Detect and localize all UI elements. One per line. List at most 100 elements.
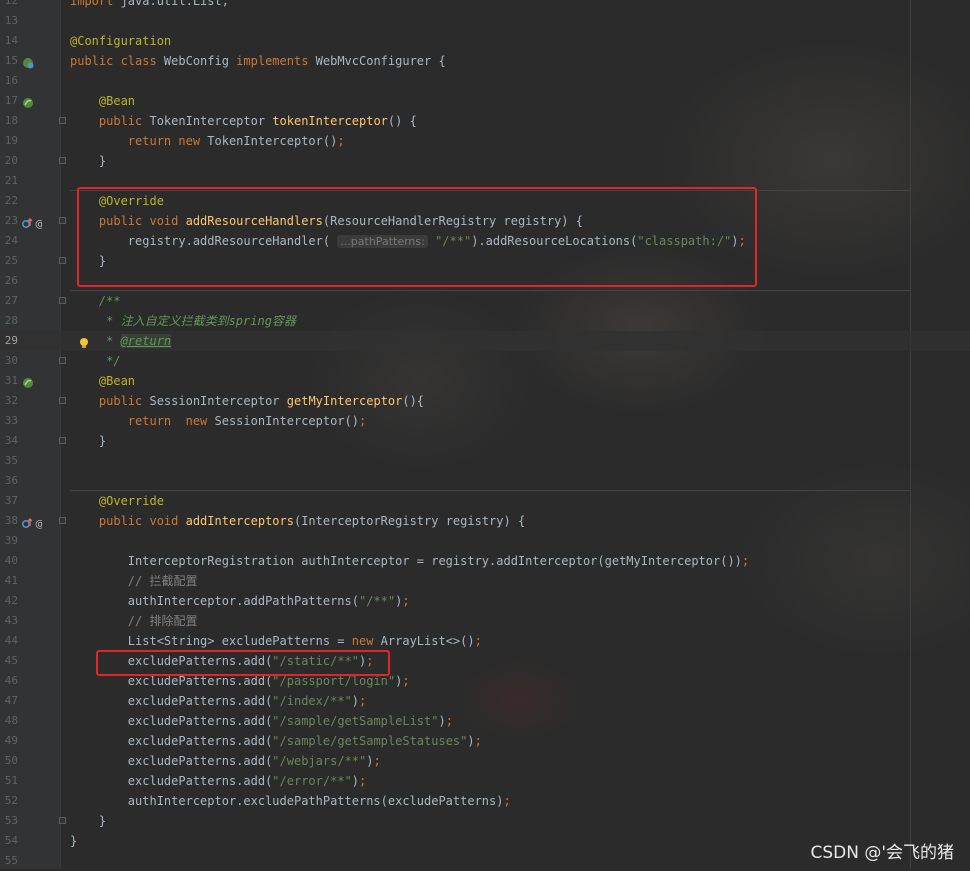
- code-text[interactable]: authInterceptor.excludePathPatterns(excl…: [70, 791, 511, 811]
- code-text[interactable]: excludePatterns.add("/webjars/**");: [70, 751, 381, 771]
- code-line[interactable]: 51 excludePatterns.add("/error/**");: [0, 771, 970, 791]
- code-text[interactable]: // 拦截配置: [70, 571, 198, 591]
- fold-toggle-icon[interactable]: [59, 817, 66, 824]
- code-line[interactable]: 53 }: [0, 811, 970, 831]
- code-line[interactable]: 36: [0, 471, 970, 491]
- code-line[interactable]: 20 }: [0, 151, 970, 171]
- code-text[interactable]: public TokenInterceptor tokenInterceptor…: [70, 111, 417, 131]
- code-text[interactable]: excludePatterns.add("/error/**");: [70, 771, 366, 791]
- code-text[interactable]: excludePatterns.add("/index/**");: [70, 691, 366, 711]
- code-text[interactable]: @Bean: [70, 91, 135, 111]
- bean-icon[interactable]: [22, 375, 34, 388]
- code-text[interactable]: excludePatterns.add("/sample/getSampleLi…: [70, 711, 453, 731]
- code-text[interactable]: }: [70, 151, 106, 171]
- code-token: () {: [387, 114, 417, 128]
- fold-toggle-icon[interactable]: [59, 297, 66, 304]
- code-text[interactable]: InterceptorRegistration authInterceptor …: [70, 551, 749, 571]
- code-text[interactable]: }: [70, 431, 106, 451]
- line-number: 27: [4, 294, 18, 307]
- code-text[interactable]: List<String> excludePatterns = new Array…: [70, 631, 482, 651]
- code-token: }: [70, 834, 78, 848]
- fold-toggle-icon[interactable]: [59, 217, 66, 224]
- code-line[interactable]: 40 InterceptorRegistration authIntercept…: [0, 551, 970, 571]
- fold-toggle-icon[interactable]: [59, 517, 66, 524]
- code-line[interactable]: 31 @Bean: [0, 371, 970, 391]
- override-icon[interactable]: @: [21, 515, 45, 530]
- code-line[interactable]: 38 @ public void addInterceptors(Intercep…: [0, 511, 970, 531]
- bean-config-icon[interactable]: [22, 55, 34, 69]
- code-editor[interactable]: 12 import java.util.List; 13 14 @Configurati…: [0, 0, 970, 869]
- code-text[interactable]: * 注入自定义拦截类到spring容器: [70, 311, 296, 331]
- code-token: return new: [127, 134, 208, 148]
- code-text[interactable]: @Configuration: [70, 31, 171, 51]
- code-text[interactable]: import java.util.List;: [70, 0, 229, 11]
- code-text[interactable]: }: [70, 831, 77, 851]
- line-number: 23: [4, 214, 18, 227]
- code-line[interactable]: 16: [0, 71, 970, 91]
- code-text[interactable]: // 排除配置: [70, 611, 198, 631]
- code-token: "/sample/getSampleStatuses": [272, 734, 468, 748]
- code-line[interactable]: 49 excludePatterns.add("/sample/getSampl…: [0, 731, 970, 751]
- line-number: 53: [4, 814, 18, 827]
- code-text[interactable]: * @return: [70, 331, 172, 351]
- code-token: addInterceptors: [185, 514, 294, 528]
- fold-toggle-icon[interactable]: [59, 157, 66, 164]
- code-line[interactable]: 48 excludePatterns.add("/sample/getSampl…: [0, 711, 970, 731]
- code-text[interactable]: /**: [70, 291, 121, 311]
- line-number: 51: [4, 774, 18, 787]
- code-line[interactable]: 39: [0, 531, 970, 551]
- code-line[interactable]: 41 // 拦截配置: [0, 571, 970, 591]
- fold-toggle-icon[interactable]: [59, 437, 66, 444]
- code-text[interactable]: authInterceptor.addPathPatterns("/**");: [70, 591, 410, 611]
- line-number: 45: [4, 654, 18, 667]
- code-text[interactable]: excludePatterns.add("/sample/getSampleSt…: [70, 731, 482, 751]
- fold-toggle-icon[interactable]: [59, 117, 66, 124]
- code-line[interactable]: 14 @Configuration: [0, 31, 970, 51]
- bean-icon[interactable]: [22, 95, 34, 108]
- code-text[interactable]: return new TokenInterceptor();: [70, 131, 345, 151]
- fold-toggle-icon[interactable]: [59, 357, 66, 364]
- code-token: authInterceptor.excludePathPatterns(excl…: [70, 794, 504, 808]
- code-line[interactable]: 44 List<String> excludePatterns = new Ar…: [0, 631, 970, 651]
- code-token: SessionInterceptor(): [214, 414, 360, 428]
- code-line[interactable]: 13: [0, 11, 970, 31]
- fold-toggle-icon[interactable]: [59, 257, 66, 264]
- line-number: 17: [4, 94, 18, 107]
- code-line[interactable]: 47 excludePatterns.add("/index/**");: [0, 691, 970, 711]
- code-line[interactable]: 29 * @return: [0, 331, 970, 351]
- code-line[interactable]: 42 authInterceptor.addPathPatterns("/**"…: [0, 591, 970, 611]
- code-line[interactable]: 30 */: [0, 351, 970, 371]
- code-token: ): [438, 714, 446, 728]
- code-text[interactable]: public void addInterceptors(InterceptorR…: [70, 511, 525, 531]
- code-text[interactable]: public class WebConfig implements WebMvc…: [70, 51, 446, 71]
- code-line[interactable]: 34 }: [0, 431, 970, 451]
- code-line[interactable]: 15 public class WebConfig implements WebM…: [0, 51, 970, 71]
- code-text[interactable]: }: [70, 811, 106, 831]
- code-text[interactable]: */: [70, 351, 120, 371]
- code-line[interactable]: 27 /**: [0, 291, 970, 311]
- code-text[interactable]: @Bean: [70, 371, 135, 391]
- fold-toggle-icon[interactable]: [59, 397, 66, 404]
- code-text[interactable]: public SessionInterceptor getMyIntercept…: [70, 391, 424, 411]
- code-line[interactable]: 43 // 排除配置: [0, 611, 970, 631]
- code-text[interactable]: @Override: [70, 491, 164, 511]
- code-text[interactable]: return new SessionInterceptor();: [70, 411, 366, 431]
- code-line[interactable]: 18 public TokenInterceptor tokenIntercep…: [0, 111, 970, 131]
- code-line[interactable]: 28 * 注入自定义拦截类到spring容器: [0, 311, 970, 331]
- code-line[interactable]: 37 @Override: [0, 491, 970, 511]
- line-number: 47: [4, 694, 18, 707]
- code-line[interactable]: 52 authInterceptor.excludePathPatterns(e…: [0, 791, 970, 811]
- override-icon[interactable]: @: [21, 215, 45, 230]
- code-line[interactable]: 50 excludePatterns.add("/webjars/**");: [0, 751, 970, 771]
- code-line[interactable]: 17 @Bean: [0, 91, 970, 111]
- code-line[interactable]: 19 return new TokenInterceptor();: [0, 131, 970, 151]
- code-token: ;: [359, 694, 367, 708]
- code-line[interactable]: 12 import java.util.List;: [0, 0, 970, 11]
- code-line[interactable]: 35: [0, 451, 970, 471]
- code-line[interactable]: 33 return new SessionInterceptor();: [0, 411, 970, 431]
- code-line[interactable]: 32 public SessionInterceptor getMyInterc…: [0, 391, 970, 411]
